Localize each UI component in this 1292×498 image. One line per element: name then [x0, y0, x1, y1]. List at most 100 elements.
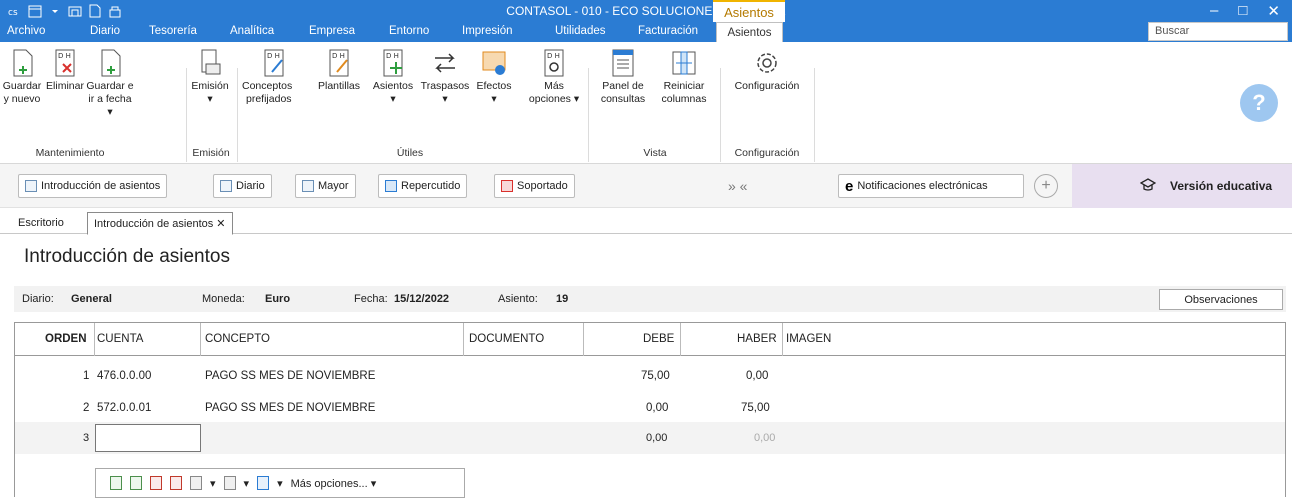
- col-haber[interactable]: HABER: [737, 333, 777, 345]
- insert-row-icon[interactable]: [110, 476, 122, 490]
- menu-facturacion[interactable]: Facturación: [638, 25, 698, 37]
- columns-reset-icon: [670, 48, 698, 78]
- efectos-button[interactable]: Efectos ▾: [474, 48, 514, 106]
- help-icon[interactable]: ?: [1240, 84, 1278, 122]
- cell-haber[interactable]: 0,00: [746, 370, 768, 382]
- printer-doc-icon: [196, 48, 224, 78]
- cell-concepto[interactable]: PAGO SS MES DE NOVIEMBRE: [205, 402, 375, 414]
- diario-label: Diario:: [22, 293, 54, 305]
- menu-tesoreria[interactable]: Tesorería: [149, 25, 197, 37]
- conceptos-prefijados-button[interactable]: D H Conceptos prefijados: [242, 48, 306, 106]
- document-tabs: Escritorio Introducción de asientos ✕: [0, 208, 1292, 235]
- effects-icon: [480, 48, 508, 78]
- plantillas-button[interactable]: D H Plantillas: [311, 48, 367, 93]
- cell-debe[interactable]: 75,00: [641, 370, 670, 382]
- col-divider: [583, 323, 584, 356]
- dropdown-arrow-icon[interactable]: ▾: [244, 477, 250, 490]
- moneda-value: Euro: [265, 293, 291, 305]
- menu-impresion[interactable]: Impresión: [462, 25, 513, 37]
- group-label-mantenimiento: Mantenimiento: [35, 147, 105, 159]
- menu-analitica[interactable]: Analítica: [230, 25, 274, 37]
- col-divider: [680, 323, 681, 356]
- copy-row-icon[interactable]: [190, 476, 202, 490]
- cell-debe[interactable]: 0,00: [646, 432, 667, 444]
- group-separator: [814, 68, 815, 162]
- cell-debe[interactable]: 0,00: [646, 402, 668, 414]
- svg-text:D H: D H: [547, 52, 560, 60]
- tab-escritorio[interactable]: Escritorio: [18, 217, 64, 229]
- minimize-button[interactable]: –: [1210, 2, 1218, 20]
- col-divider: [782, 323, 783, 356]
- cell-haber[interactable]: 0,00: [754, 432, 775, 444]
- row-toolbar: ▾ ▾ ▾ Más opciones... ▾: [95, 468, 465, 498]
- mas-opciones-button[interactable]: D H Más opciones ▾: [526, 48, 582, 106]
- eliminar-button[interactable]: D H Eliminar: [45, 48, 85, 93]
- col-debe[interactable]: DEBE: [643, 333, 674, 345]
- cell-cuenta[interactable]: 476.0.0.00: [97, 370, 151, 382]
- dropdown-arrow-icon[interactable]: ▾: [277, 477, 283, 490]
- add-entry-icon: D H: [379, 48, 407, 78]
- delete-entry-icon: D H: [51, 48, 79, 78]
- insert-row-above-icon[interactable]: [130, 476, 142, 490]
- table-row-active[interactable]: 3 0,00 0,00: [15, 422, 1285, 454]
- emision-button[interactable]: Emisión ▾: [189, 48, 231, 106]
- gear-doc-icon: D H: [540, 48, 568, 78]
- menu-utilidades[interactable]: Utilidades: [555, 25, 606, 37]
- cell-concepto[interactable]: PAGO SS MES DE NOVIEMBRE: [205, 370, 375, 382]
- asientos-button[interactable]: D H Asientos ▾: [368, 48, 418, 106]
- table-row[interactable]: 1 476.0.0.00 PAGO SS MES DE NOVIEMBRE 75…: [15, 360, 1285, 392]
- quick-diario-button[interactable]: Diario: [213, 174, 272, 198]
- attach-document-icon[interactable]: [257, 476, 270, 490]
- guardar-nuevo-button[interactable]: Guardar y nuevo: [2, 48, 42, 106]
- table-row[interactable]: 2 572.0.0.01 PAGO SS MES DE NOVIEMBRE 0,…: [15, 392, 1285, 424]
- group-label-emision: Emisión: [192, 147, 230, 159]
- add-shortcut-button[interactable]: +: [1034, 174, 1058, 198]
- journal-icon: [220, 180, 232, 192]
- guardar-ir-fecha-button[interactable]: Guardar e ir a fecha ▾: [86, 48, 134, 119]
- notificaciones-button[interactable]: e Notificaciones electrónicas: [838, 174, 1024, 198]
- tab-introduccion-asientos[interactable]: Introducción de asientos ✕: [87, 212, 233, 235]
- quick-mayor-button[interactable]: Mayor: [295, 174, 356, 198]
- group-separator: [588, 68, 589, 162]
- dropdown-arrow-icon[interactable]: ▾: [210, 477, 216, 490]
- quick-repercutido-button[interactable]: Repercutido: [378, 174, 468, 198]
- close-button[interactable]: ✕: [1267, 2, 1280, 20]
- window-title: CONTASOL - 010 - ECO SOLUCIONES, S.L. - …: [506, 4, 786, 18]
- insert-row-below-icon[interactable]: [150, 476, 162, 490]
- quick-introduccion-asientos-button[interactable]: Introducción de asientos: [18, 174, 168, 198]
- menu-archivo[interactable]: Archivo: [7, 25, 45, 37]
- nav-arrows[interactable]: » «: [728, 178, 747, 194]
- traspasos-button[interactable]: Traspasos ▾: [418, 48, 472, 106]
- panel-consultas-button[interactable]: Panel de consultas: [591, 48, 655, 106]
- observaciones-button[interactable]: Observaciones: [1159, 289, 1283, 310]
- e-notification-icon: e: [845, 177, 854, 195]
- reiniciar-columnas-button[interactable]: Reiniciar columnas: [654, 48, 714, 106]
- col-cuenta[interactable]: CUENTA: [97, 333, 143, 345]
- cell-haber[interactable]: 75,00: [741, 402, 770, 414]
- cuenta-input[interactable]: [95, 424, 201, 452]
- cell-orden: 2: [83, 402, 90, 414]
- configuracion-button[interactable]: Configuración: [724, 48, 810, 93]
- col-imagen[interactable]: IMAGEN: [786, 333, 831, 345]
- maximize-button[interactable]: □: [1238, 2, 1247, 20]
- ledger-icon: [302, 180, 314, 192]
- menu-entorno[interactable]: Entorno: [389, 25, 429, 37]
- col-orden[interactable]: ORDEN: [45, 333, 87, 345]
- menu-diario[interactable]: Diario: [90, 25, 120, 37]
- svg-text:D H: D H: [267, 52, 280, 60]
- delete-row-icon[interactable]: [170, 476, 182, 490]
- quick-soportado-button[interactable]: Soportado: [494, 174, 575, 198]
- col-documento[interactable]: DOCUMENTO: [469, 333, 544, 345]
- mas-opciones-menu[interactable]: Más opciones... ▾: [291, 477, 377, 490]
- group-label-utiles: Útiles: [396, 147, 424, 159]
- search-input[interactable]: Buscar: [1148, 22, 1288, 41]
- version-educativa-badge: Versión educativa: [1072, 164, 1292, 208]
- menu-empresa[interactable]: Empresa: [309, 25, 355, 37]
- menu-asientos[interactable]: Asientos: [716, 22, 783, 42]
- vat-output-icon: [385, 180, 397, 192]
- cell-cuenta[interactable]: 572.0.0.01: [97, 402, 151, 414]
- paste-row-icon[interactable]: [223, 476, 236, 490]
- col-concepto[interactable]: CONCEPTO: [205, 333, 270, 345]
- col-divider: [463, 323, 464, 356]
- svg-text:D H: D H: [58, 52, 71, 60]
